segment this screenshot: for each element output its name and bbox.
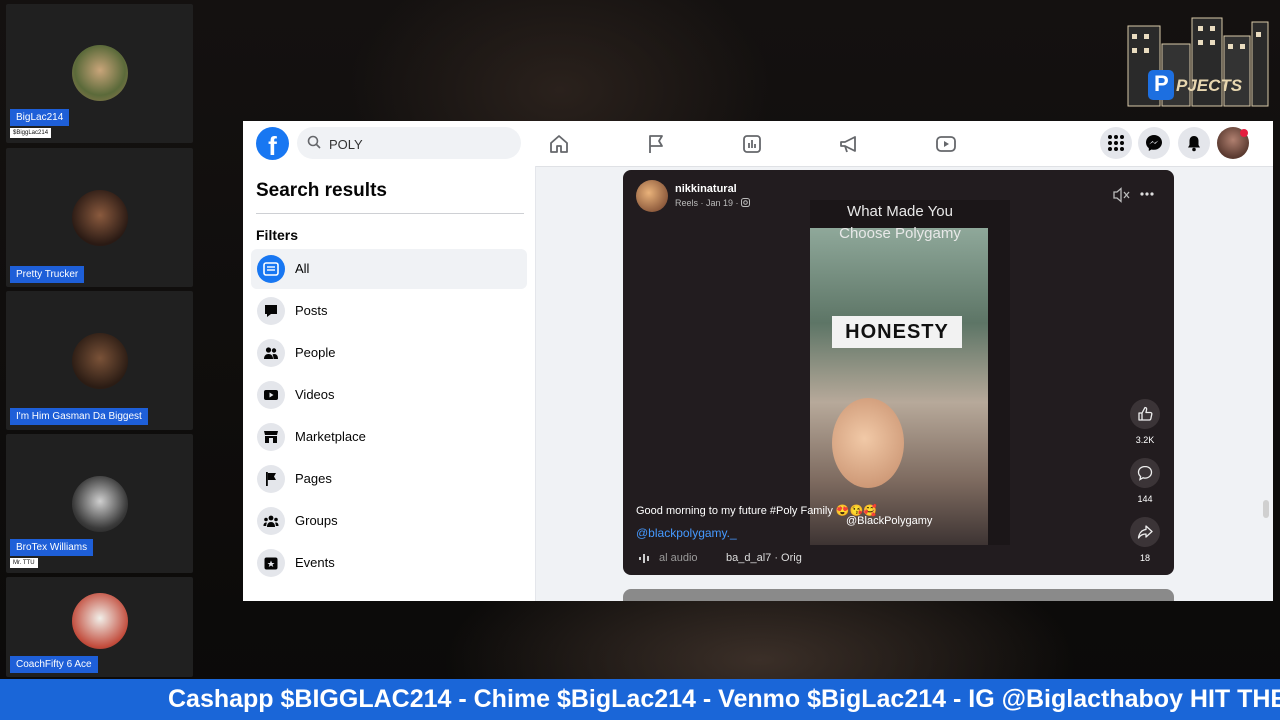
grid-icon [1108,135,1124,151]
donation-ticker: Cashapp $BIGGLAC214 - Chime $BigLac214 -… [0,679,1280,720]
mute-icon[interactable] [1113,187,1131,203]
filter-label: Pages [295,471,332,486]
filter-label: Posts [295,303,328,318]
top-navigation-bar: f [243,121,1273,167]
avatar [71,475,128,532]
avatar [71,332,128,389]
more-options-icon[interactable] [1140,192,1154,196]
share-icon [1137,525,1153,539]
poster-username[interactable]: nikkinatural [675,183,737,195]
participant-tile-2[interactable]: Pretty Trucker [6,148,193,287]
participant-tile-4[interactable]: BroTex Williams Mr. TTU [6,434,193,573]
page-title: Search results [256,180,387,201]
avatar [71,189,128,246]
comment-icon [1137,465,1153,481]
menu-button[interactable] [1100,127,1132,159]
participant-name: BigLac214 [10,109,70,126]
messenger-icon [1146,135,1162,151]
instagram-icon [741,198,751,207]
filter-events[interactable]: Events [251,543,527,583]
video-overlay-text: HONESTY [832,316,962,348]
groups-icon [263,515,279,527]
like-count: 3.2K [1135,435,1155,445]
ticker-text: Cashapp $BIGGLAC214 - Chime $BigLac214 -… [168,685,1280,713]
video-frame: HONESTY @BlackPolygamy [810,228,988,545]
avatar [71,593,128,649]
reel-video[interactable]: What Made You Choose Polygamy HONESTY @B… [810,200,1010,545]
search-sidebar: Search results Filters All Posts People … [243,166,536,601]
participant-name: BroTex Williams [10,539,94,556]
all-results-icon [263,262,279,276]
logo-letter: P [1154,71,1169,96]
people-icon [264,347,278,359]
comment-count: 144 [1137,494,1153,504]
video-icon[interactable] [935,133,957,155]
audio-wave-icon [639,554,649,563]
poster-avatar[interactable] [636,180,668,212]
participant-subtitle: Mr. TTU [10,558,38,568]
filter-posts[interactable]: Posts [251,291,527,331]
divider [256,213,524,214]
participant-name: CoachFifty 6 Ace [10,656,98,673]
flag-icon [266,472,276,486]
posts-icon [265,305,277,317]
filter-label: Marketplace [295,429,366,444]
search-bar[interactable] [297,127,521,161]
like-icon [1138,406,1153,421]
participant-subtitle: $BiggLac214 [10,128,52,138]
marketplace-icon [264,431,278,443]
filter-label: Groups [295,513,338,528]
facebook-window: f Search results Filters All [243,121,1273,601]
post-meta-text: Reels · Jan 19 · [675,198,739,208]
notification-dot [1240,129,1248,137]
filter-videos[interactable]: Videos [251,375,527,415]
messenger-button[interactable] [1138,127,1170,159]
filter-label: All [295,261,310,276]
share-action[interactable]: 18 [1125,517,1165,563]
flag-icon[interactable] [645,133,667,155]
ads-manager-icon[interactable] [741,133,763,155]
filter-all[interactable]: All [251,249,527,289]
share-count: 18 [1139,553,1150,563]
filter-pages[interactable]: Pages [251,459,527,499]
post-meta: Reels · Jan 19 · [675,198,751,208]
filter-people[interactable]: People [251,333,527,373]
facebook-logo-icon[interactable]: f [256,127,289,161]
logo-text: PJECTS [1176,76,1243,95]
participant-tile-3[interactable]: I'm Him Gasman Da Biggest [6,291,193,430]
participant-tile-1[interactable]: BigLac214 $BiggLac214 [6,4,193,143]
filter-label: People [295,345,336,360]
filters-heading: Filters [256,227,299,243]
home-icon[interactable] [548,133,570,155]
post-caption: Good morning to my future #Poly Family 😍… [636,505,878,517]
bell-icon [1188,136,1200,152]
notifications-button[interactable] [1178,127,1210,159]
like-action[interactable]: 3.2K [1125,399,1165,445]
filter-groups[interactable]: Groups [251,501,527,541]
participant-name: Pretty Trucker [10,266,85,283]
caption-link[interactable]: @blackpolygamy._ [636,526,737,540]
calendar-icon [264,557,278,570]
participant-tile-5[interactable]: CoachFifty 6 Ace [6,577,193,677]
audio-track[interactable]: ba_d_al7 · Orig [726,552,802,564]
scrollbar[interactable] [1263,500,1269,518]
video-title-line-1: What Made You [847,203,953,220]
stream-logo: P PJECTS [1122,14,1272,116]
next-post-card [623,589,1174,601]
avatar [71,45,128,101]
filter-label: Events [295,555,335,570]
reel-post-card[interactable]: nikkinatural Reels · Jan 19 · What Made … [623,170,1174,575]
audio-label: al audio [659,552,698,564]
comment-action[interactable]: 144 [1125,458,1165,504]
video-subject [832,398,904,488]
filter-marketplace[interactable]: Marketplace [251,417,527,457]
search-input[interactable] [327,127,511,161]
video-title-line-2: Choose Polygamy [839,225,961,242]
participant-name: I'm Him Gasman Da Biggest [10,408,148,425]
filter-label: Videos [295,387,335,402]
megaphone-icon[interactable] [838,133,860,155]
video-icon [264,390,278,400]
search-icon [307,135,321,149]
